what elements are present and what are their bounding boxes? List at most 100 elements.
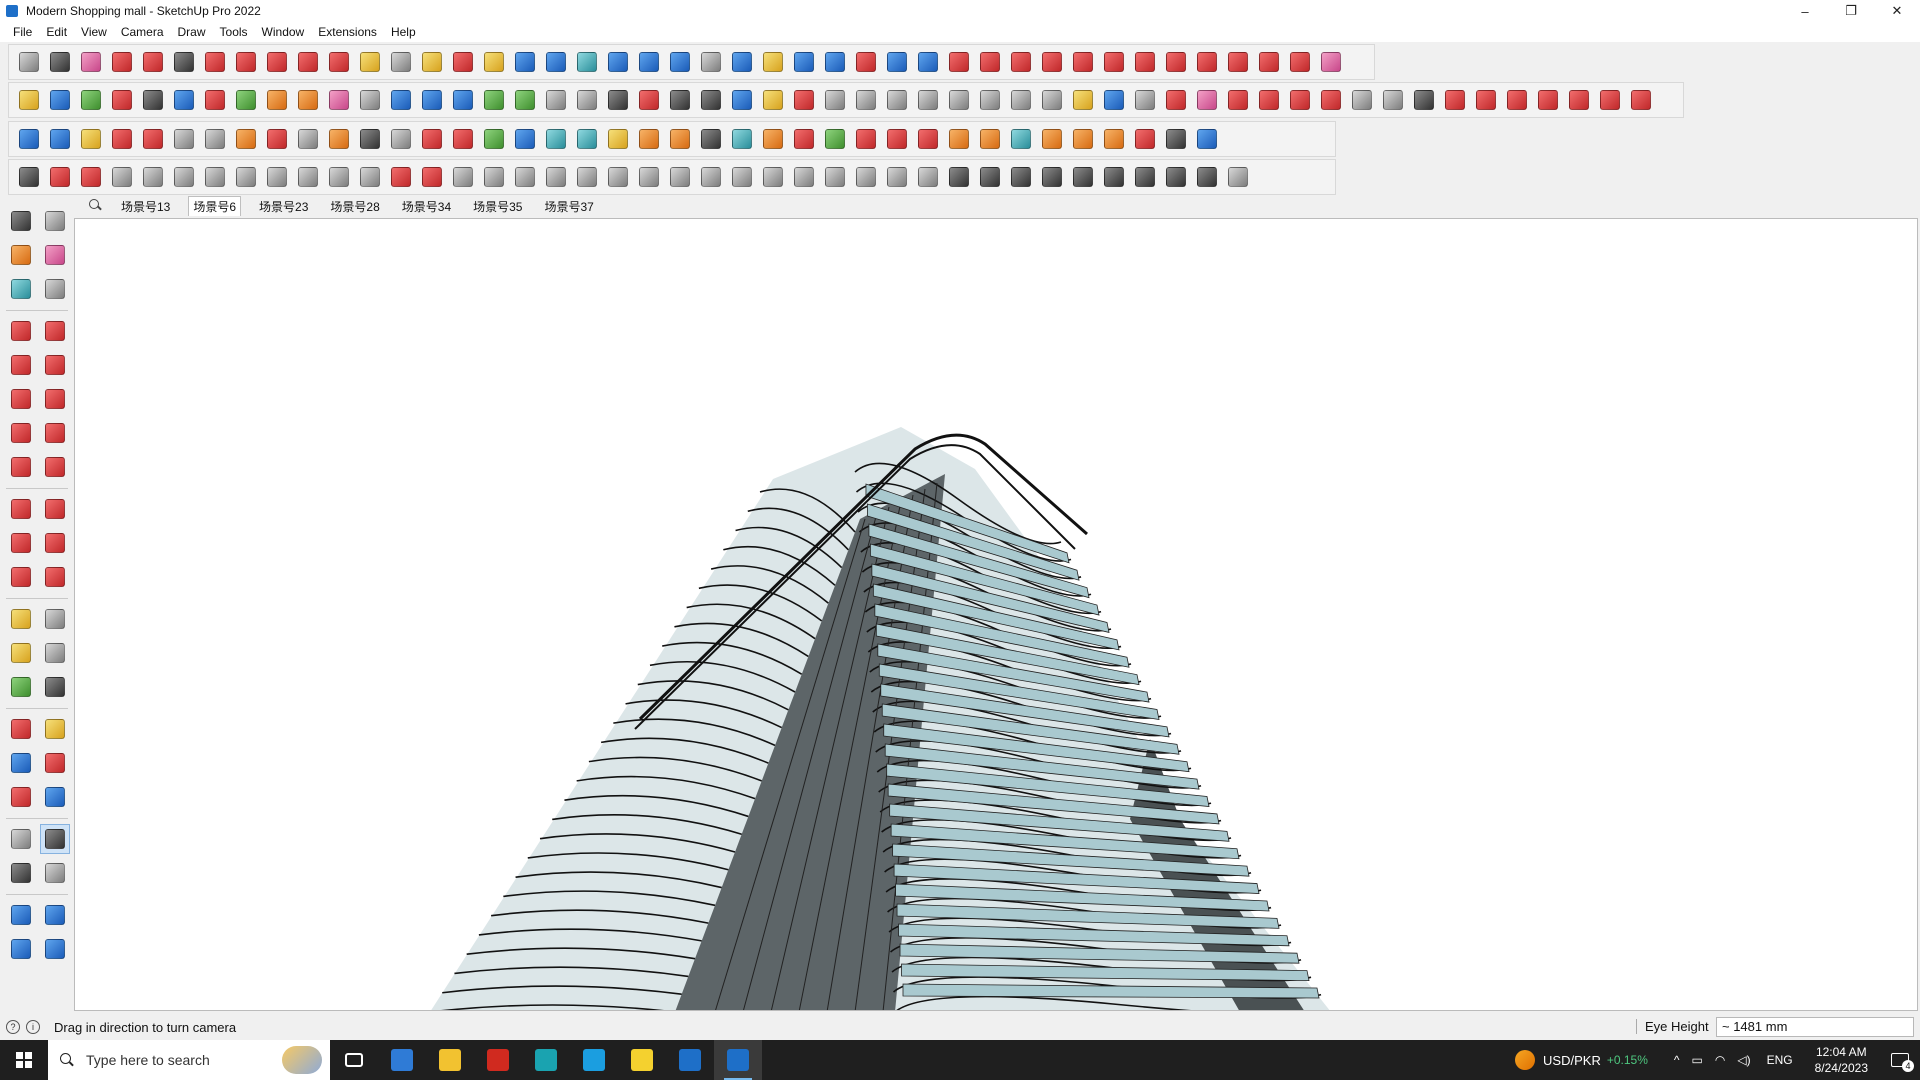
toolbar-button[interactable] [602, 85, 633, 115]
circle-tool-button[interactable] [6, 384, 36, 414]
toolbar-button[interactable] [1532, 85, 1563, 115]
pan-tool-button[interactable] [40, 714, 70, 744]
toolbar-button[interactable] [1067, 124, 1098, 154]
edge-taskbar-button[interactable] [570, 1040, 618, 1080]
toolbar-button[interactable] [447, 85, 478, 115]
toolbar-button[interactable] [137, 162, 168, 192]
toolbar-button[interactable] [726, 162, 757, 192]
toolbar-button[interactable] [478, 47, 509, 77]
tray-chevron-icon[interactable]: ^ [1674, 1053, 1680, 1067]
toolbar-button[interactable] [416, 124, 447, 154]
toolbar-button[interactable] [571, 85, 602, 115]
toolbar-button[interactable] [540, 47, 571, 77]
toolbar-button[interactable] [1036, 47, 1067, 77]
extension-warehouse-tool-button[interactable] [40, 900, 70, 930]
toolbar-button[interactable] [912, 85, 943, 115]
toolbar-button[interactable] [13, 124, 44, 154]
toolbar-button[interactable] [726, 85, 757, 115]
toolbar-button[interactable] [168, 85, 199, 115]
minimize-button[interactable]: – [1782, 0, 1828, 22]
position-camera-tool-button[interactable] [6, 824, 36, 854]
toolbar-button[interactable] [571, 162, 602, 192]
toolbar-button[interactable] [757, 47, 788, 77]
toolbar-button[interactable] [943, 124, 974, 154]
toolbar-button[interactable] [726, 47, 757, 77]
protractor-tool-button[interactable] [6, 638, 36, 668]
toolbar-button[interactable] [1315, 85, 1346, 115]
stock-change[interactable]: +0.15% [1607, 1053, 1648, 1067]
axes-tool-button[interactable] [6, 672, 36, 702]
toolbar-button[interactable] [261, 47, 292, 77]
scene-tab-active[interactable]: 场景号6 [188, 196, 242, 216]
toolbar-button[interactable] [230, 162, 261, 192]
toolbar-button[interactable] [881, 162, 912, 192]
toolbar-button[interactable] [1160, 124, 1191, 154]
toolbar-button[interactable] [75, 162, 106, 192]
toolbar-button[interactable] [757, 85, 788, 115]
toolbar-button[interactable] [602, 124, 633, 154]
toolbar-button[interactable] [509, 47, 540, 77]
toolbar-button[interactable] [478, 162, 509, 192]
scene-tab[interactable]: 场景号13 [117, 197, 174, 216]
toolbar-button[interactable] [850, 124, 881, 154]
toolbar-button[interactable] [850, 162, 881, 192]
sketchup-taskbar-button[interactable] [714, 1040, 762, 1080]
toolbar-button[interactable] [1191, 124, 1222, 154]
toolbar-button[interactable] [1129, 85, 1160, 115]
toolbar-button[interactable] [106, 124, 137, 154]
photos-taskbar-button[interactable] [666, 1040, 714, 1080]
toolbar-button[interactable] [230, 47, 261, 77]
toolbar-button[interactable] [323, 47, 354, 77]
zoom-extents-tool-button[interactable] [6, 782, 36, 812]
orbit-camera-tool-button[interactable] [6, 714, 36, 744]
scene-tab[interactable]: 场景号23 [255, 197, 312, 216]
toolbar-button[interactable] [726, 124, 757, 154]
toolbar-button[interactable] [1098, 85, 1129, 115]
toolbar-button[interactable] [819, 47, 850, 77]
offset-tool-button[interactable] [40, 562, 70, 592]
dimension-tool-button[interactable] [40, 604, 70, 634]
toolbar-button[interactable] [1005, 124, 1036, 154]
menu-window[interactable]: Window [255, 25, 312, 39]
toolbar-button[interactable] [1067, 162, 1098, 192]
toolbar-button[interactable] [540, 85, 571, 115]
toolbar-button[interactable] [509, 124, 540, 154]
toolbar-button[interactable] [416, 162, 447, 192]
section-plane-tool-button[interactable] [40, 858, 70, 888]
start-button[interactable] [0, 1040, 48, 1080]
toolbar-button[interactable] [540, 124, 571, 154]
pie-tool-button[interactable] [40, 452, 70, 482]
toolbar-button[interactable] [416, 85, 447, 115]
3d-viewport[interactable] [74, 218, 1918, 1011]
rotate-tool-button[interactable] [6, 528, 36, 558]
toolbar-button[interactable] [106, 47, 137, 77]
toolbar-button[interactable] [1160, 162, 1191, 192]
sticky-notes-taskbar-button[interactable] [618, 1040, 666, 1080]
toolbar-button[interactable] [1408, 85, 1439, 115]
toolbar-button[interactable] [1563, 85, 1594, 115]
toolbar-button[interactable] [1222, 85, 1253, 115]
toolbar-button[interactable] [602, 47, 633, 77]
orbit-tool-button[interactable] [40, 206, 70, 236]
menu-extensions[interactable]: Extensions [311, 25, 384, 39]
toolbar-button[interactable] [1036, 85, 1067, 115]
toolbar-button[interactable] [44, 124, 75, 154]
look-around-tool-button[interactable] [40, 824, 70, 854]
toolbar-button[interactable] [1253, 47, 1284, 77]
toolbar-button[interactable] [602, 162, 633, 192]
toolbar-button[interactable] [137, 124, 168, 154]
toolbar-button[interactable] [695, 162, 726, 192]
toolbar-button[interactable] [1005, 162, 1036, 192]
taskbar-search-box[interactable]: Type here to search [48, 1040, 330, 1080]
toolbar-button[interactable] [819, 162, 850, 192]
toolbar-button[interactable] [664, 47, 695, 77]
toolbar-button[interactable] [509, 162, 540, 192]
toolbar-button[interactable] [664, 124, 695, 154]
notification-button[interactable]: 4 [1880, 1040, 1920, 1080]
toolbar-button[interactable] [168, 162, 199, 192]
toolbar-button[interactable] [416, 47, 447, 77]
rotated-rectangle-tool-button[interactable] [40, 350, 70, 380]
toolbar-button[interactable] [261, 124, 292, 154]
toolbar-button[interactable] [1284, 85, 1315, 115]
toolbar-button[interactable] [664, 162, 695, 192]
